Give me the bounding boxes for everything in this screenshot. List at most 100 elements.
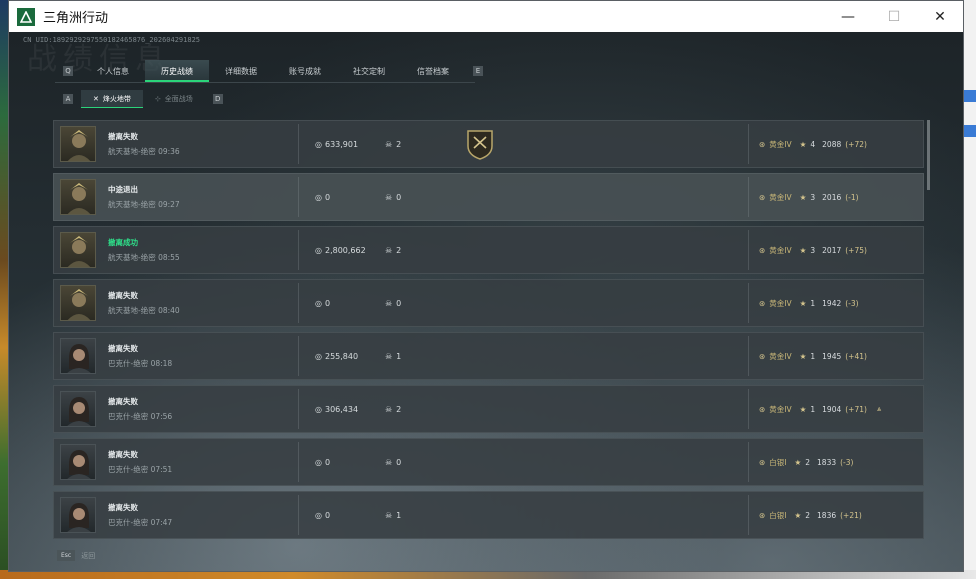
row-divider	[748, 336, 749, 376]
tab-next-key[interactable]: E	[473, 66, 483, 76]
match-kills: ☠ 2	[385, 246, 465, 255]
rank-icon: ⊛	[759, 245, 766, 255]
rank-score-delta: (+41)	[845, 351, 867, 361]
coin-icon: ◎	[315, 510, 322, 520]
tab-warfare-mode[interactable]: ⊹ 全面战场	[143, 90, 205, 108]
match-row[interactable]: 撤离成功 航天基地-绝密 08:55 ◎ 2,800,662 ☠ 2 ⊛ 黄金IV ★ 3 2017…	[53, 226, 924, 274]
match-money: ◎ 0	[315, 458, 385, 467]
match-row[interactable]: 撤离失败 航天基地-绝密 08:40 ◎ 0 ☠ 0 ⊛ 黄金IV ★ 1 1942 (-3)	[53, 279, 924, 327]
subtab-next-key[interactable]: D	[212, 94, 223, 104]
rank-score: 1942	[822, 298, 842, 308]
match-result: 撤离成功	[108, 238, 138, 247]
close-button[interactable]: ✕	[917, 1, 963, 32]
maximize-button[interactable]: ☐	[871, 1, 917, 32]
rank-up-chevron-icon: ⩓	[876, 404, 882, 413]
rank-name: 白银I	[769, 510, 787, 520]
rank-score: 2016	[822, 192, 842, 202]
skull-icon: ☠	[385, 404, 393, 414]
match-rank: ⊛ 黄金IV ★ 3 2016 (-1)	[759, 192, 923, 203]
match-info: 撤离失败 巴克什-绝密 07:47	[108, 502, 298, 528]
coin-icon: ◎	[315, 457, 322, 467]
match-info: 中途退出 航天基地-绝密 09:27	[108, 184, 298, 210]
match-row[interactable]: 撤离失败 巴克什-绝密 08:18 ◎ 255,840 ☠ 1 ⊛ 黄金IV ★ 1 1945 (+4…	[53, 332, 924, 380]
match-info: 撤离失败 巴克什-绝密 07:56	[108, 396, 298, 422]
tab-prev-key[interactable]: Q	[63, 66, 73, 76]
skull-icon: ☠	[385, 298, 393, 308]
match-row[interactable]: 撤离失败 巴克什-绝密 07:51 ◎ 0 ☠ 0 ⊛ 白银I ★ 2 1833 (-3)	[53, 438, 924, 486]
tab-extraction-mode[interactable]: ✕ 烽火地带	[81, 90, 143, 108]
match-map-time: 巴克什-绝密 07:47	[108, 518, 173, 527]
match-result: 撤离失败	[108, 450, 138, 459]
star-icon: ★	[799, 404, 807, 414]
badge-slot	[465, 393, 497, 425]
skull-icon: ☠	[385, 139, 393, 149]
badge-slot	[465, 287, 497, 319]
rank-name: 黄金IV	[769, 351, 792, 361]
star-icon: ★	[799, 192, 807, 202]
match-row[interactable]: 撤离失败 航天基地-绝密 09:36 ◎ 633,901 ☠ 2 ⊛ 黄金IV ★ 4 2088 (+…	[53, 120, 924, 168]
row-divider	[748, 389, 749, 429]
match-map-time: 巴克什-绝密 07:51	[108, 465, 173, 474]
coin-icon: ◎	[315, 139, 322, 149]
tab-personal-info[interactable]: 个人信息	[81, 60, 145, 82]
match-money: ◎ 0	[315, 193, 385, 202]
achievement-badge-icon	[467, 130, 493, 160]
game-content: 战绩信息 CN UID:1892929297550182465876_20260…	[9, 32, 963, 571]
match-row[interactable]: 撤离失败 巴克什-绝密 07:47 ◎ 0 ☠ 1 ⊛ 白银I ★ 2 1836 (+21)	[53, 491, 924, 539]
rank-icon: ⊛	[759, 298, 766, 308]
rank-score: 1836	[817, 510, 837, 520]
row-divider	[748, 177, 749, 217]
row-divider	[298, 177, 299, 217]
window-controls: — ☐ ✕	[825, 1, 963, 32]
tab-achievements[interactable]: 账号成就	[273, 60, 337, 82]
rank-score: 1833	[817, 457, 837, 467]
tab-detailed-data[interactable]: 详细数据	[209, 60, 273, 82]
match-rank: ⊛ 黄金IV ★ 1 1942 (-3)	[759, 298, 923, 309]
rank-score: 1945	[822, 351, 842, 361]
subtab-prev-key[interactable]: A	[63, 94, 73, 104]
minimize-button[interactable]: —	[825, 1, 871, 32]
coin-icon: ◎	[315, 245, 322, 255]
rank-icon: ⊛	[759, 457, 766, 467]
match-money: ◎ 0	[315, 299, 385, 308]
badge-slot	[465, 128, 497, 160]
flame-icon: ✕	[93, 95, 99, 103]
match-kills: ☠ 0	[385, 299, 465, 308]
desktop-strip	[964, 90, 976, 102]
back-button[interactable]: 返回	[81, 551, 95, 561]
tab-social[interactable]: 社交定制	[337, 60, 401, 82]
rank-name: 黄金IV	[769, 139, 792, 149]
esc-key-hint[interactable]: Esc	[57, 550, 76, 561]
match-money: ◎ 2,800,662	[315, 246, 385, 255]
money-value: 255,840	[324, 351, 359, 361]
match-row[interactable]: 中途退出 航天基地-绝密 09:27 ◎ 0 ☠ 0 ⊛ 黄金IV ★ 3 2016 (-1)	[53, 173, 924, 221]
match-info: 撤离失败 巴克什-绝密 08:18	[108, 343, 298, 369]
tab-reputation[interactable]: 信誉档案	[401, 60, 465, 82]
tab-match-history[interactable]: 历史战绩	[145, 60, 209, 82]
crosshair-icon: ⊹	[154, 95, 161, 103]
rank-score-delta: (-1)	[845, 192, 859, 202]
match-kills: ☠ 2	[385, 405, 465, 414]
rank-score-delta: (+75)	[845, 245, 867, 255]
operator-portrait	[60, 285, 96, 321]
row-divider	[748, 124, 749, 164]
window-title: 三角洲行动	[43, 11, 109, 26]
list-scrollbar[interactable]	[927, 120, 930, 190]
row-divider	[748, 495, 749, 535]
money-value: 0	[324, 298, 331, 308]
match-kills: ☠ 0	[385, 458, 465, 467]
match-result: 撤离失败	[108, 397, 138, 406]
skull-icon: ☠	[385, 192, 393, 202]
operator-portrait	[60, 179, 96, 215]
star-icon: ★	[794, 457, 802, 467]
match-map-time: 航天基地-绝密 08:40	[108, 306, 180, 315]
match-row[interactable]: 撤离失败 巴克什-绝密 07:56 ◎ 306,434 ☠ 2 ⊛ 黄金IV ★ 1 1904 (+7…	[53, 385, 924, 433]
operator-portrait	[60, 126, 96, 162]
rank-stars: 1	[810, 404, 816, 414]
skull-icon: ☠	[385, 457, 393, 467]
rank-icon: ⊛	[759, 139, 766, 149]
match-rank: ⊛ 黄金IV ★ 1 1945 (+41)	[759, 351, 923, 362]
operator-portrait	[60, 391, 96, 427]
match-kills: ☠ 1	[385, 511, 465, 520]
tab-warfare-mode-label: 全面战场	[164, 95, 193, 103]
